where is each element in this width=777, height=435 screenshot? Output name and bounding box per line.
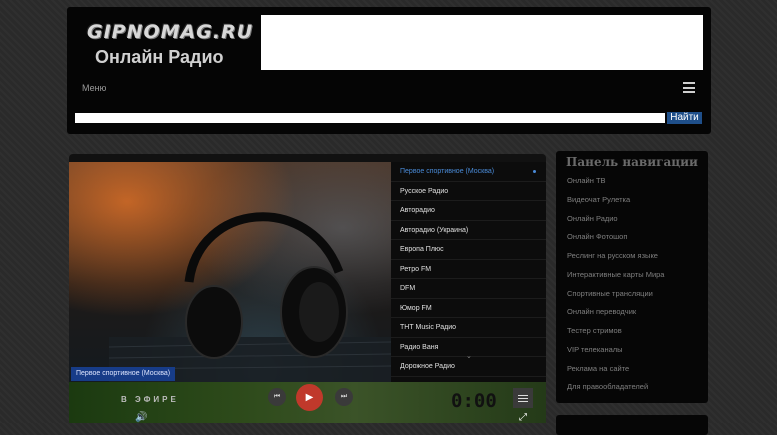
nav-link[interactable]: Спортивные трансляции: [567, 285, 664, 304]
player-controls: В ЭФИРЕ 🔊 ⏮ ▶ ⏭ 0:00 ⤢: [69, 382, 546, 423]
radio-player: Первое спортивное (Москва) Первое спорти…: [69, 154, 546, 423]
station-item[interactable]: Первое спортивное (Москва): [391, 162, 546, 182]
nav-title: Панель навигации: [566, 155, 698, 169]
search-input[interactable]: [75, 113, 665, 123]
nav-link[interactable]: Видеочат Рулетка: [567, 191, 664, 210]
nav-link[interactable]: Онлайн ТВ: [567, 172, 664, 191]
volume-icon[interactable]: 🔊: [135, 412, 147, 423]
station-item[interactable]: ТНТ Music Радио: [391, 318, 546, 338]
play-icon[interactable]: ▶: [296, 384, 323, 411]
nav-link[interactable]: Интерактивные карты Мира: [567, 266, 664, 285]
fullscreen-icon[interactable]: ⤢: [519, 412, 527, 423]
station-item[interactable]: Авторадио (Украина): [391, 221, 546, 240]
nav-link[interactable]: Реслинг на русском языке: [567, 247, 664, 266]
hamburger-icon[interactable]: [683, 82, 695, 93]
next-icon[interactable]: ⏭: [335, 388, 353, 406]
now-playing-badge: Первое спортивное (Москва): [71, 367, 176, 381]
station-item[interactable]: Европа Плюс: [391, 240, 546, 260]
search-button[interactable]: Найти: [667, 112, 702, 124]
nav-link[interactable]: Онлайн Радио: [567, 210, 664, 229]
chevron-down-icon[interactable]: ⌄: [466, 352, 472, 360]
on-air-label: В ЭФИРЕ: [121, 395, 179, 404]
nav-link[interactable]: Онлайн Фотошоп: [567, 228, 664, 247]
site-logo[interactable]: GIPNOMAG.RU: [87, 21, 253, 43]
prev-icon[interactable]: ⏮: [268, 388, 286, 406]
site-header: GIPNOMAG.RU Онлайн Радио Меню Найти: [67, 7, 711, 134]
station-item[interactable]: Юмор FM: [391, 299, 546, 318]
station-list: Первое спортивное (Москва) Русское Радио…: [391, 162, 546, 382]
nav-link[interactable]: Онлайн переводчик: [567, 303, 664, 322]
station-item[interactable]: Русское Радио: [391, 182, 546, 201]
station-item[interactable]: Ретро FM: [391, 260, 546, 279]
secondary-panel: [556, 415, 708, 435]
playback-timer: 0:00: [451, 390, 497, 412]
menu-label[interactable]: Меню: [82, 83, 106, 93]
station-item[interactable]: Авторадио: [391, 201, 546, 221]
nav-list: Онлайн ТВ Видеочат Рулетка Онлайн Радио …: [567, 172, 664, 397]
station-item[interactable]: DFM: [391, 279, 546, 299]
list-icon[interactable]: [513, 388, 533, 408]
nav-link[interactable]: Для правообладателей: [567, 378, 664, 397]
nav-link[interactable]: Реклама на сайте: [567, 360, 664, 379]
ad-banner: [261, 15, 703, 70]
navigation-panel: Панель навигации Онлайн ТВ Видеочат Руле…: [556, 151, 708, 403]
player-artwork: Первое спортивное (Москва): [69, 162, 391, 382]
nav-link[interactable]: VIP телеканалы: [567, 341, 664, 360]
site-subtitle: Онлайн Радио: [95, 47, 224, 67]
nav-link[interactable]: Тестер стримов: [567, 322, 664, 341]
